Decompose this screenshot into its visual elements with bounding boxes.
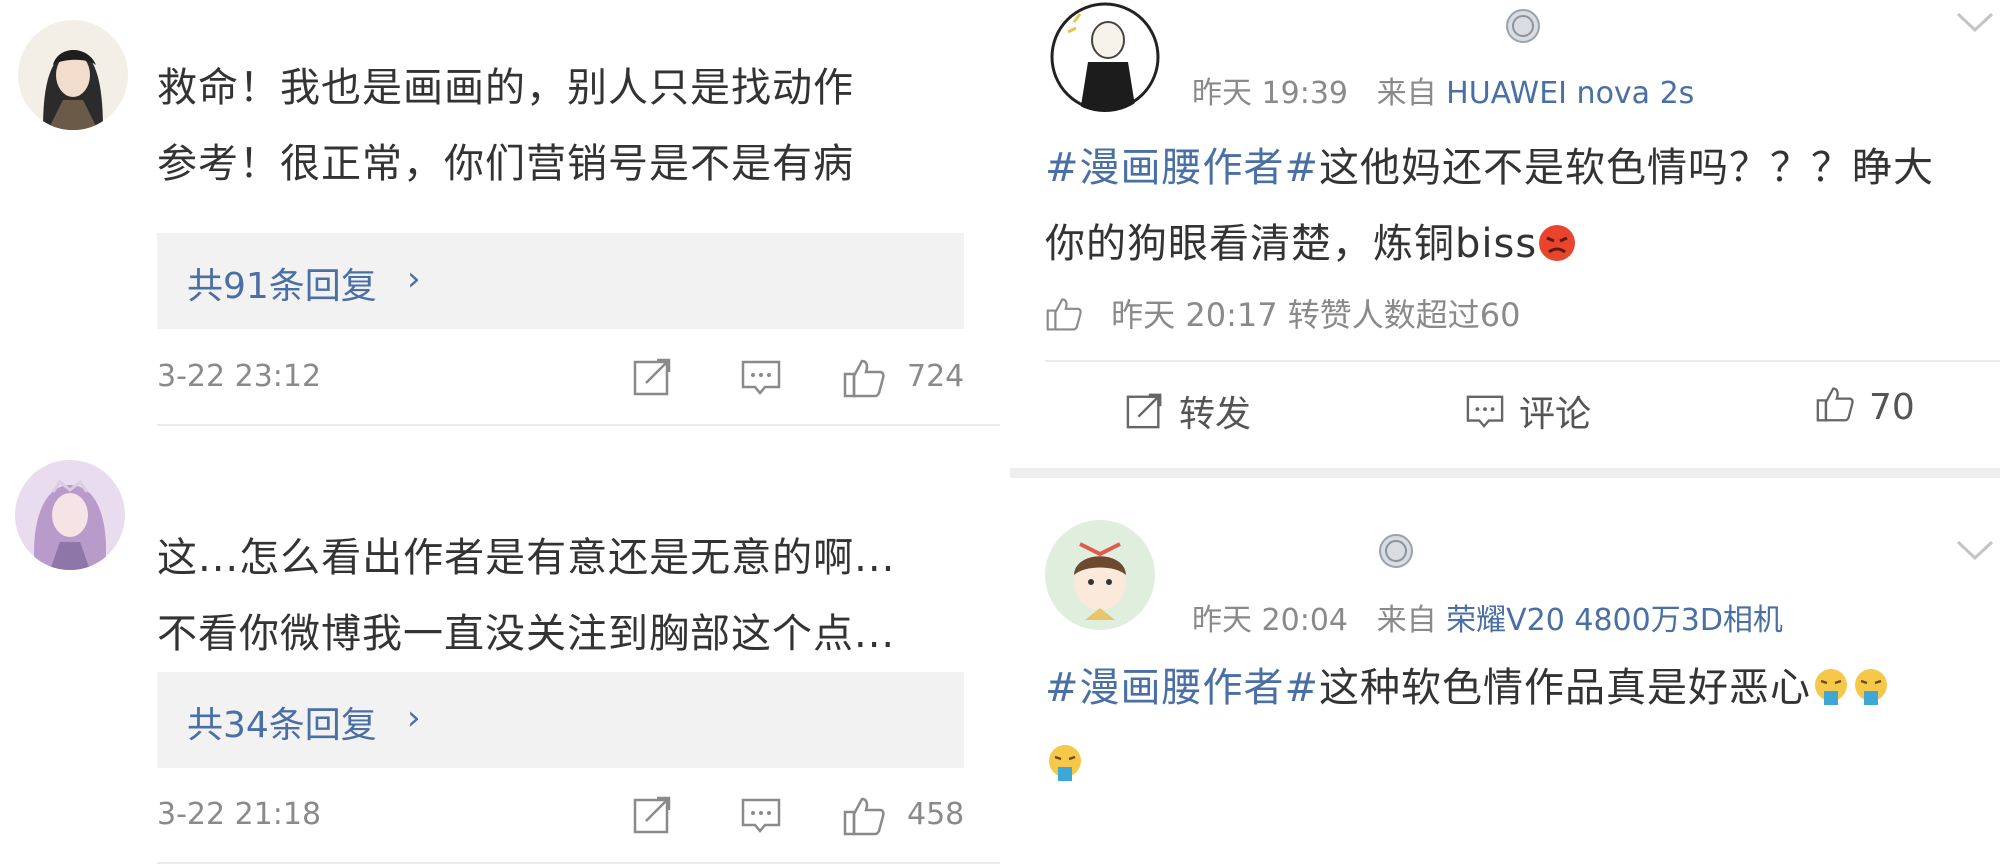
reply-count-label: 共34条回复 (187, 705, 377, 746)
avatar[interactable] (1045, 520, 1155, 630)
post-line: #漫画腰作者#这种软色情作品真是好恶心 (1045, 650, 1995, 726)
comment-meta-row: 3-22 23:12 724 (157, 355, 964, 405)
hashtag-link[interactable]: #漫画腰作者# (1045, 665, 1319, 711)
reply-thread-button[interactable]: 共34条回复 › (157, 672, 964, 768)
post-body: #漫画腰作者#这他妈还不是软色情吗？？？睁大 你的狗眼看清楚，炼铜biss (1045, 130, 1995, 282)
chevron-down-icon[interactable] (1955, 528, 1995, 574)
post-time: 昨天 20:04 (1192, 603, 1348, 638)
comment-text: 这...怎么看出作者是有意还是无意的啊... 不看你微博我一直没关注到胸部这个点… (157, 520, 977, 672)
comment-icon (1465, 392, 1505, 439)
like-count: 458 (907, 797, 965, 832)
comment-line: 参考！很正常，你们营销号是不是有病 (157, 141, 854, 187)
section-separator (1010, 468, 2000, 478)
vomit-emoji-icon (1851, 656, 1891, 705)
medal-icon (1505, 8, 1541, 44)
share-icon (1125, 392, 1165, 439)
repost-label: 转发 (1179, 394, 1252, 435)
thumb-up-icon[interactable] (842, 357, 886, 403)
post-time: 昨天 19:39 (1192, 76, 1348, 111)
post-line (1045, 726, 1995, 802)
thumb-up-icon[interactable] (842, 795, 886, 841)
comment-button[interactable]: 评论 (1465, 385, 1591, 439)
comment-icon[interactable] (740, 357, 782, 401)
share-icon[interactable] (632, 357, 674, 401)
divider (157, 862, 1000, 864)
reply-count-label: 共91条回复 (187, 266, 377, 307)
chevron-right-icon: › (407, 698, 421, 738)
like-summary-row: 昨天 20:17 转赞人数超过60 (1045, 290, 1520, 340)
chevron-down-icon[interactable] (1955, 0, 1995, 46)
thumb-up-icon[interactable] (1045, 296, 1083, 340)
share-icon[interactable] (632, 795, 674, 839)
angry-emoji-icon (1537, 212, 1577, 261)
comment-line: 这...怎么看出作者是有意还是无意的啊... (157, 535, 896, 581)
source-label: 来自 (1376, 76, 1437, 111)
comment-line: 不看你微博我一直没关注到胸部这个点... (157, 611, 896, 657)
panel-gap (1000, 0, 1010, 868)
device-link[interactable]: 荣耀V20 4800万3D相机 (1446, 603, 1783, 638)
post-body: #漫画腰作者#这种软色情作品真是好恶心 (1045, 650, 1995, 802)
post-action-bar: 转发 评论 70 (1045, 385, 1995, 445)
repost-button[interactable]: 转发 (1125, 385, 1251, 439)
comment-text: 救命！我也是画画的，别人只是找动作 参考！很正常，你们营销号是不是有病 (157, 50, 977, 202)
comment-date: 3-22 21:18 (157, 797, 322, 832)
medal-icon (1378, 533, 1414, 569)
left-comment-panel: 救命！我也是画画的，别人只是找动作 参考！很正常，你们营销号是不是有病 共91条… (0, 0, 1000, 868)
post-text: 这他妈还不是软色情吗？？？睁大 (1319, 145, 1935, 191)
divider (157, 424, 1000, 426)
thumb-up-icon (1815, 385, 1855, 432)
device-link[interactable]: HUAWEI nova 2s (1446, 76, 1694, 111)
avatar[interactable] (18, 20, 128, 130)
post-text: 这种软色情作品真是好恶心 (1319, 665, 1812, 711)
comment-icon[interactable] (740, 795, 782, 839)
post-line: #漫画腰作者#这他妈还不是软色情吗？？？睁大 (1045, 130, 1995, 206)
comment-date: 3-22 23:12 (157, 359, 322, 394)
like-summary-text: 昨天 20:17 转赞人数超过60 (1111, 296, 1521, 334)
hashtag-link[interactable]: #漫画腰作者# (1045, 145, 1319, 191)
like-button[interactable]: 70 (1815, 385, 1915, 432)
like-count: 724 (907, 359, 965, 394)
source-label: 来自 (1376, 603, 1437, 638)
vomit-emoji-icon (1811, 656, 1851, 705)
post-meta: 昨天 19:39 来自 HUAWEI nova 2s (1192, 68, 1694, 112)
divider (1045, 360, 2000, 362)
avatar[interactable] (15, 460, 125, 570)
like-count: 70 (1869, 387, 1915, 428)
vomit-emoji-icon (1045, 732, 1085, 781)
chevron-right-icon: › (407, 259, 421, 299)
post-line: 你的狗眼看清楚，炼铜biss (1045, 206, 1995, 282)
comment-label: 评论 (1519, 394, 1592, 435)
avatar[interactable] (1050, 2, 1160, 112)
right-post-panel: 昨天 19:39 来自 HUAWEI nova 2s #漫画腰作者#这他妈还不是… (1010, 0, 2000, 868)
post-meta: 昨天 20:04 来自 荣耀V20 4800万3D相机 (1192, 595, 1783, 639)
comment-meta-row: 3-22 21:18 458 (157, 793, 964, 843)
post-text: 你的狗眼看清楚，炼铜biss (1045, 221, 1538, 267)
comment-line: 救命！我也是画画的，别人只是找动作 (157, 65, 854, 111)
reply-thread-button[interactable]: 共91条回复 › (157, 233, 964, 329)
